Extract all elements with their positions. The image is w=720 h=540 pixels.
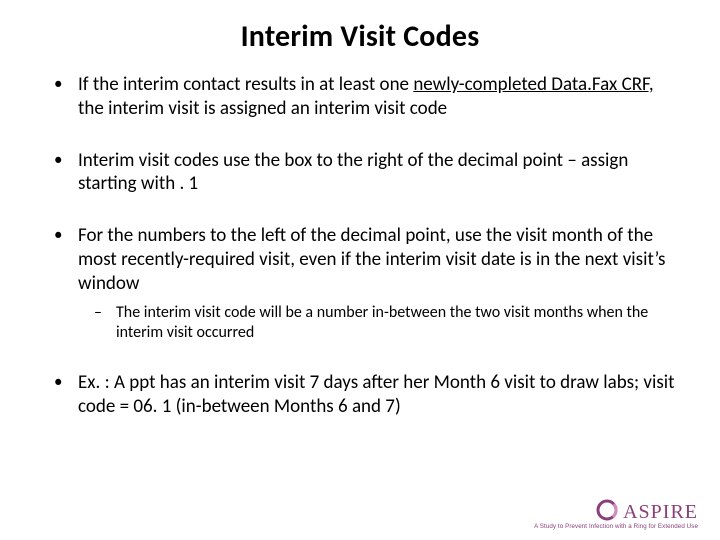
list-item: Ex. : A ppt has an interim visit 7 days …	[70, 371, 680, 419]
sub-bullet-list: The interim visit code will be a number …	[78, 303, 680, 343]
bullet-text: For the numbers to the left of the decim…	[78, 224, 665, 295]
logo-tagline: A Study to Prevent Infection with a Ring…	[534, 524, 698, 530]
page-title: Interim Visit Codes	[40, 18, 680, 55]
list-item: If the interim contact results in at lea…	[70, 73, 680, 121]
list-item: Interim visit codes use the box to the r…	[70, 149, 680, 197]
bullet-text-prefix: If the interim contact results in at lea…	[78, 73, 413, 96]
aspire-logo: ASPIRE A Study to Prevent Infection with…	[534, 498, 698, 530]
bullet-text-suffix: the interim visit is assigned an interim…	[78, 97, 447, 120]
ring-icon	[595, 498, 619, 522]
bullet-list: If the interim contact results in at lea…	[40, 73, 680, 419]
sub-list-item: The interim visit code will be a number …	[112, 303, 680, 343]
bullet-underlined: newly-completed Data.Fax CRF,	[413, 73, 653, 96]
logo-row: ASPIRE	[534, 498, 698, 522]
slide: Interim Visit Codes If the interim conta…	[0, 0, 720, 419]
logo-text: ASPIRE	[623, 502, 698, 522]
list-item: For the numbers to the left of the decim…	[70, 224, 680, 343]
